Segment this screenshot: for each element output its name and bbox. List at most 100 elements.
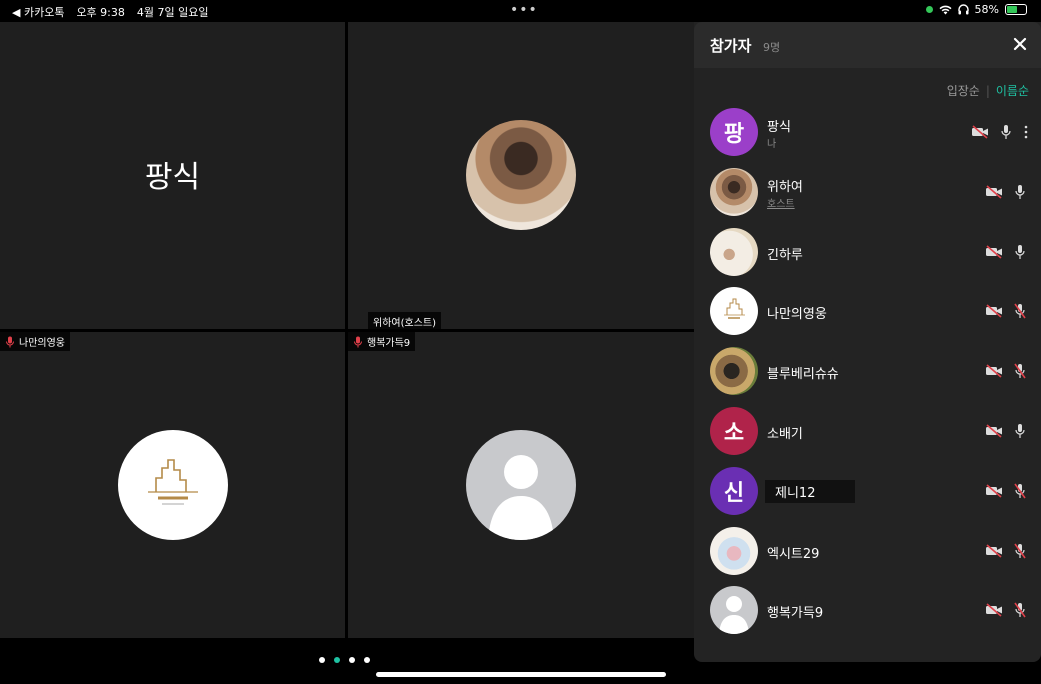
person-silhouette-icon — [719, 596, 749, 635]
mic-icon — [1015, 184, 1025, 199]
avatar-initial: 신 — [723, 480, 745, 506]
person-silhouette-icon — [488, 455, 554, 540]
participant-avatar — [710, 347, 758, 396]
participant-name: 위하여 — [767, 179, 803, 195]
participant-list: 팡 팡식나위하여호스트긴하루나만의영웅블루베리슈슈소 소배기신 제니12 엑시트29 행복… — [694, 104, 1041, 642]
default-avatar-image — [466, 430, 576, 540]
participant-status-icons — [985, 423, 1029, 439]
video-tile-4[interactable]: 행복가득9 — [348, 332, 694, 638]
tile-label: 나만의영웅 — [0, 332, 70, 351]
participants-panel: 참가자 9명 입장순 | 이름순 팡 팡식나위하여호스트긴하루나만의영웅블루베리슈… — [694, 22, 1041, 662]
video-off-icon — [986, 543, 1002, 558]
tile-label-text: 행복가득9 — [367, 338, 411, 349]
video-tile-2[interactable]: 위하여(호스트) — [348, 22, 694, 331]
multitask-dots[interactable]: ••• — [510, 2, 538, 18]
participant-avatar-image — [466, 120, 576, 230]
panel-header: 참가자 9명 — [694, 22, 1041, 68]
battery-icon — [1005, 4, 1027, 15]
tile-label-text: 위하여(호스트) — [373, 318, 437, 329]
mic-muted-icon — [6, 336, 14, 347]
status-bar: ◀ 카카오톡 오후 9:38 4월 7일 일요일 ••• 58% — [0, 0, 1041, 22]
participant-avatar — [710, 586, 758, 635]
sort-by-entry-button[interactable]: 입장순 — [947, 82, 980, 99]
page-dot[interactable] — [334, 657, 340, 663]
participant-status-icons — [985, 244, 1029, 260]
participant-row[interactable]: 엑시트29 — [694, 523, 1041, 583]
participant-name: 블루베리슈슈 — [767, 367, 839, 383]
participant-avatar — [710, 227, 758, 276]
mic-muted-icon — [1014, 602, 1026, 618]
mic-icon — [1001, 125, 1011, 139]
video-tile-3[interactable]: 나만의영웅 — [0, 332, 345, 638]
participant-name: 긴하루 — [767, 247, 803, 263]
video-off-icon — [986, 304, 1002, 318]
participant-row[interactable]: 팡 팡식나 — [694, 104, 1041, 164]
participant-row[interactable]: 위하여호스트 — [694, 164, 1041, 224]
video-off-icon — [986, 364, 1002, 378]
participant-avatar — [710, 167, 758, 216]
participant-status-icons — [971, 124, 1029, 140]
back-to-app-link[interactable]: ◀ 카카오톡 — [12, 4, 64, 20]
page-indicator[interactable] — [319, 657, 370, 663]
headphones-icon — [957, 4, 969, 15]
participant-avatar: 소 — [710, 406, 758, 455]
close-icon[interactable] — [1011, 35, 1029, 53]
tile-label: 행복가득9 — [348, 332, 416, 351]
status-date: 4월 7일 일요일 — [136, 6, 209, 19]
participant-name: 엑시트29 — [767, 546, 820, 562]
participant-avatar — [710, 287, 758, 336]
participant-status-icons — [985, 303, 1029, 319]
participant-name: 제니12 — [765, 479, 855, 503]
sort-options: 입장순 | 이름순 — [947, 82, 1029, 99]
page-dot[interactable] — [319, 657, 325, 663]
video-off-icon — [986, 185, 1002, 199]
more-options-icon[interactable] — [1023, 124, 1029, 140]
home-indicator[interactable] — [376, 672, 666, 677]
video-off-icon — [986, 244, 1002, 259]
participant-status-icons — [985, 543, 1029, 559]
mic-muted-icon — [1014, 303, 1026, 319]
participant-role: 호스트 — [767, 198, 795, 210]
avatar-initial: 소 — [723, 420, 745, 446]
participant-row[interactable]: 나만의영웅 — [694, 283, 1041, 343]
video-off-icon — [986, 484, 1002, 498]
bottom-bar — [0, 638, 694, 684]
participant-row[interactable]: 신 제니12 — [694, 463, 1041, 523]
participant-row[interactable]: 행복가득9 — [694, 582, 1041, 642]
participant-row[interactable]: 블루베리슈슈 — [694, 343, 1041, 403]
sort-by-name-button[interactable]: 이름순 — [996, 82, 1029, 99]
tile-participant-name: 팡식 — [144, 160, 201, 195]
participant-status-icons — [985, 184, 1029, 200]
mic-muted-icon — [354, 336, 362, 347]
video-grid: 팡식 위하여(호스트) 나만의영웅 행복가득9 — [0, 22, 694, 638]
participant-role: 나 — [767, 139, 777, 150]
battery-percent: 58% — [974, 3, 999, 16]
avatar-initial: 팡 — [723, 122, 745, 147]
page-dot[interactable] — [364, 657, 370, 663]
status-time: 오후 9:38 — [76, 6, 125, 19]
mic-muted-icon — [1014, 363, 1026, 379]
participant-avatar: 팡 — [710, 108, 758, 156]
participant-count: 9명 — [763, 41, 781, 54]
camera-in-use-indicator — [925, 6, 933, 13]
participant-name: 팡식 — [767, 120, 791, 135]
participant-status-icons — [985, 602, 1029, 618]
tile-label: 위하여(호스트) — [368, 312, 442, 331]
participant-name: 소배기 — [767, 426, 803, 442]
building-logo-icon — [724, 298, 745, 320]
video-off-icon — [986, 424, 1002, 438]
building-logo-icon — [148, 459, 198, 505]
video-off-icon — [972, 125, 988, 139]
video-off-icon — [986, 603, 1002, 617]
participant-avatar — [710, 526, 758, 575]
participant-avatar: 신 — [710, 466, 758, 515]
page-dot[interactable] — [349, 657, 355, 663]
sort-divider: | — [985, 83, 990, 98]
participant-row[interactable]: 소 소배기 — [694, 403, 1041, 463]
video-tile-1[interactable]: 팡식 — [0, 22, 345, 329]
tile-label-text: 나만의영웅 — [19, 338, 65, 349]
mic-muted-icon — [1014, 543, 1026, 559]
mic-icon — [1015, 244, 1025, 259]
wifi-icon — [939, 5, 952, 14]
participant-row[interactable]: 긴하루 — [694, 224, 1041, 284]
